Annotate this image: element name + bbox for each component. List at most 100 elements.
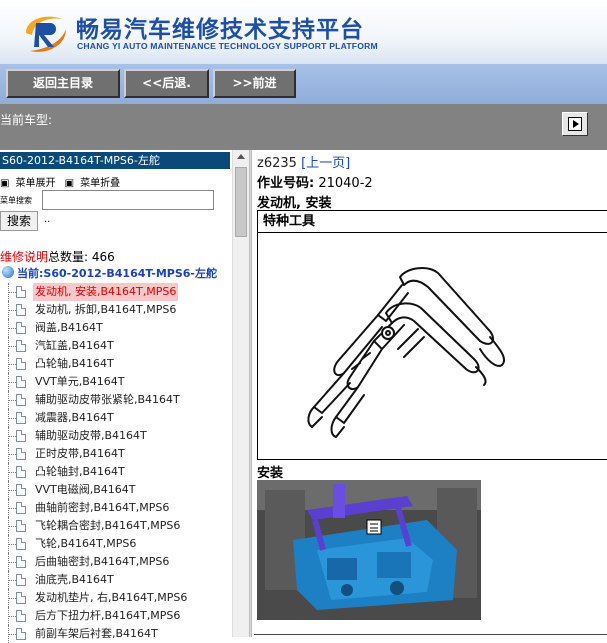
collapse-icon[interactable]: ▣ (65, 178, 74, 189)
tree-item[interactable]: 辅助驱动皮带张紧轮,B4164T (0, 391, 232, 409)
document-icon (16, 628, 26, 640)
document-icon (16, 502, 26, 514)
home-button[interactable]: 返回主目录 (6, 69, 120, 98)
tree-item[interactable]: 油底壳,B4164T (0, 571, 232, 589)
document-icon (16, 538, 26, 550)
document-icon (16, 484, 26, 496)
tree-item[interactable]: 发动机垫片, 右,B4164T,MPS6 (0, 589, 232, 607)
tree-item[interactable]: 阀盖,B4164T (0, 319, 232, 337)
tree-item-label[interactable]: 发动机, 安装,B4164T,MPS6 (33, 283, 179, 301)
scroll-up-icon[interactable] (237, 154, 245, 159)
tree-item-label[interactable]: 辅助驱动皮带,B4164T (35, 427, 147, 445)
tree-item[interactable]: 凸轮轴封,B4164T (0, 463, 232, 481)
tree-item-label[interactable]: 飞轮耦合密封,B4164T,MPS6 (35, 517, 180, 535)
document-icon (16, 430, 26, 442)
document-icon (16, 448, 26, 460)
scroll-thumb[interactable] (235, 167, 247, 237)
prev-page-link[interactable]: [上一页] (301, 156, 350, 171)
tree-connector (8, 337, 16, 355)
tree-connector (8, 301, 16, 319)
page-title: 发动机, 安装 (257, 196, 332, 211)
tree-item[interactable]: 前副车架后衬套,B4164T (0, 625, 232, 643)
tree-connector (8, 499, 16, 517)
tree-connector (8, 625, 16, 643)
job-number: 21040-2 (318, 176, 373, 191)
engine-install-photo (257, 480, 481, 620)
tree-item-label[interactable]: 飞轮,B4164T,MPS6 (35, 535, 136, 553)
back-button[interactable]: <<后退. (124, 69, 209, 98)
search-label: 菜单搜索 (0, 196, 32, 205)
doc-code-line: z6235 [上一页] (257, 152, 350, 171)
document-icon (16, 394, 26, 406)
tree-list: 发动机, 安装,B4164T,MPS6 发动机, 拆卸,B4164T,MPS6 阀盖… (0, 283, 232, 643)
content-pane: z6235 [上一页] 作业号码: 21040-2 发动机, 安装 特种工具 安… (254, 150, 607, 637)
brand-subtitle: CHANG YI AUTO MAINTENANCE TECHNOLOGY SUP… (77, 41, 378, 51)
tree-connector (8, 535, 16, 553)
document-icon (16, 574, 26, 586)
tree-item[interactable]: 后曲轴密封,B4164T,MPS6 (0, 553, 232, 571)
menu-controls: ▣ 菜单展开 ▣ 菜单折叠 (0, 174, 126, 189)
count-line: 维修说明总数量: 466 (0, 248, 115, 265)
tree-root[interactable]: 当前:S60-2012-B4164T-MPS6-左舵 (2, 265, 217, 281)
document-icon (16, 520, 26, 532)
tree-item-label[interactable]: 汽缸盖,B4164T (35, 337, 114, 355)
tree-item[interactable]: 发动机, 安装,B4164T,MPS6 (0, 283, 232, 301)
tree-item[interactable]: 凸轮轴,B4164T (0, 355, 232, 373)
tree-item-label[interactable]: 辅助驱动皮带张紧轮,B4164T (35, 391, 180, 409)
document-icon (16, 556, 26, 568)
menu-expand-link[interactable]: 菜单展开 (15, 178, 55, 189)
tree-item-label[interactable]: 凸轮轴,B4164T (35, 355, 114, 373)
search-input[interactable] (42, 190, 214, 210)
document-icon (16, 376, 26, 388)
search-button[interactable]: 搜索 (0, 211, 38, 231)
globe-icon (2, 266, 14, 278)
nav-toolbar: 返回主目录 <<后退. >>前进 (0, 64, 607, 104)
tree-item[interactable]: VVT电磁阀,B4164T (0, 481, 232, 499)
tree-item-label[interactable]: 曲轴前密封,B4164T,MPS6 (35, 499, 169, 517)
tree-connector (8, 391, 16, 409)
install-heading: 安装 (257, 466, 284, 481)
special-tools-box: 特种工具 (257, 210, 607, 460)
play-icon (568, 117, 582, 131)
tree-item[interactable]: 辅助驱动皮带,B4164T (0, 427, 232, 445)
job-number-line: 作业号码: 21040-2 (257, 172, 373, 191)
engine-photo-illustration (257, 480, 481, 620)
tree-item-label[interactable]: 阀盖,B4164T (35, 319, 103, 337)
sidebar-scrollbar[interactable] (232, 150, 250, 637)
app-header: 畅易汽车维修技术支持平台 CHANG YI AUTO MAINTENANCE T… (0, 0, 607, 64)
tree-connector (8, 355, 16, 373)
tree-item-label[interactable]: 油底壳,B4164T (35, 571, 114, 589)
pane-divider[interactable] (249, 150, 252, 637)
tree-item-label[interactable]: 发动机, 拆卸,B4164T,MPS6 (35, 301, 176, 319)
tree-item[interactable]: 正时皮带,B4164T (0, 445, 232, 463)
tree-item-label[interactable]: 减震器,B4164T (35, 409, 114, 427)
tree-item[interactable]: 汽缸盖,B4164T (0, 337, 232, 355)
tree-item-label[interactable]: 发动机垫片, 右,B4164T,MPS6 (35, 589, 187, 607)
tree-item-label[interactable]: 前副车架后衬套,B4164T (35, 625, 158, 643)
tree-item[interactable]: VVT单元,B4164T (0, 373, 232, 391)
tree-item-label[interactable]: 正时皮带,B4164T (35, 445, 125, 463)
tree-item-label[interactable]: VVT电磁阀,B4164T (35, 481, 136, 499)
pliers-tool-illustration (307, 267, 506, 438)
expand-icon[interactable]: ▣ (0, 178, 9, 189)
tree-item-label[interactable]: VVT单元,B4164T (35, 373, 125, 391)
forward-button[interactable]: >>前进 (213, 69, 296, 98)
tree-connector (8, 589, 16, 607)
tree-item[interactable]: 飞轮耦合密封,B4164T,MPS6 (0, 517, 232, 535)
document-icon (16, 286, 26, 298)
vehicle-label: 当前车型: (0, 113, 53, 127)
tree-connector (8, 517, 16, 535)
menu-collapse-link[interactable]: 菜单折叠 (80, 178, 120, 189)
tree-item[interactable]: 飞轮,B4164T,MPS6 (0, 535, 232, 553)
document-icon (16, 340, 26, 352)
special-tools-heading: 特种工具 (258, 211, 607, 233)
tree-item-label[interactable]: 凸轮轴封,B4164T (35, 463, 125, 481)
tree-item-label[interactable]: 后方下扭力杆,B4164T,MPS6 (35, 607, 180, 625)
tree-item[interactable]: 减震器,B4164T (0, 409, 232, 427)
tree-item[interactable]: 发动机, 拆卸,B4164T,MPS6 (0, 301, 232, 319)
toggle-panel-button[interactable] (562, 112, 588, 136)
tree-item[interactable]: 后方下扭力杆,B4164T,MPS6 (0, 607, 232, 625)
vehicle-bar: 当前车型: (0, 104, 607, 150)
tree-item-label[interactable]: 后曲轴密封,B4164T,MPS6 (35, 553, 169, 571)
tree-item[interactable]: 曲轴前密封,B4164T,MPS6 (0, 499, 232, 517)
